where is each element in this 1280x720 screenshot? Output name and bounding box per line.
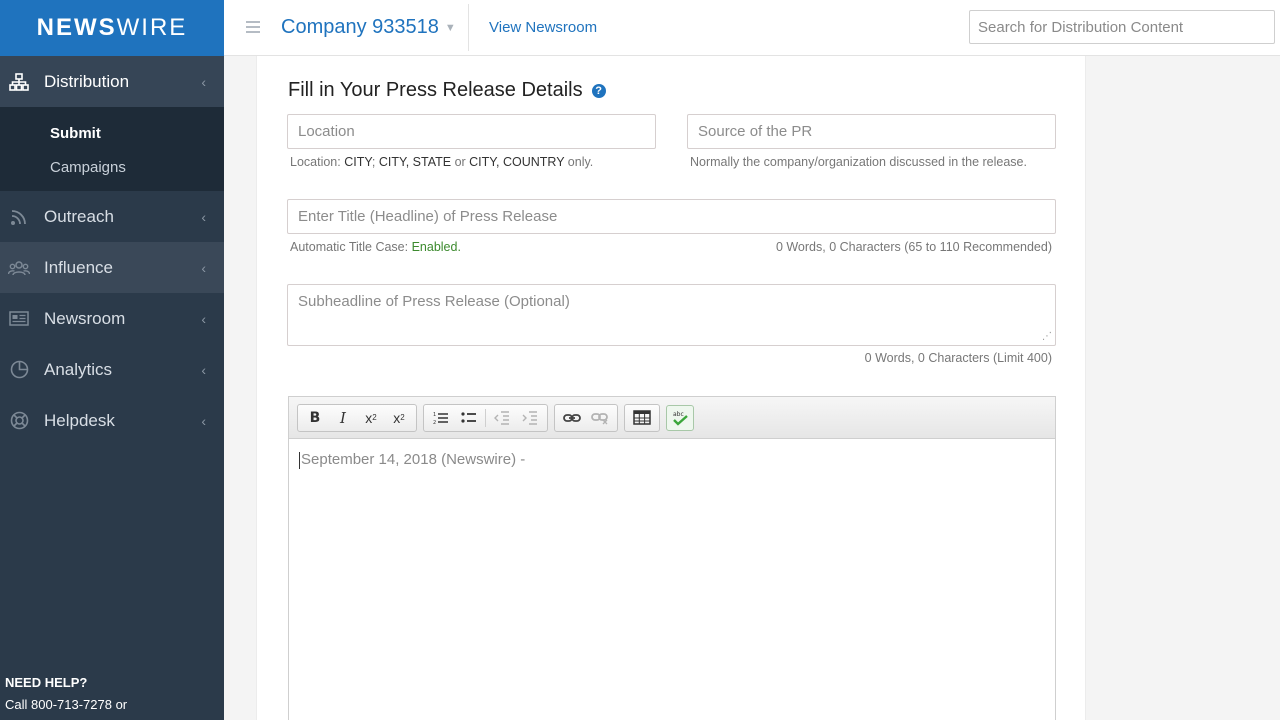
headline-count: 0 Words, 0 Characters (65 to 110 Recomme…: [775, 240, 1052, 254]
subscript-mark: 2: [372, 413, 377, 422]
lifebuoy-icon: [8, 410, 30, 432]
superscript-base: x: [393, 409, 401, 426]
format-group: B I x2 x2: [297, 403, 417, 432]
help-title: NEED HELP?: [5, 675, 88, 690]
hint-format: CITY, STATE: [378, 155, 452, 169]
subheadline-count: 0 Words, 0 Characters (Limit 400): [864, 351, 1052, 365]
chevron-left-icon: ‹: [201, 73, 206, 90]
pie-chart-icon: [8, 359, 30, 381]
chevron-left-icon: ‹: [201, 361, 206, 378]
superscript-mark: 2: [400, 413, 405, 422]
list-group: 12: [423, 403, 548, 432]
sidebar-item-label: Helpdesk: [44, 410, 115, 430]
location-input[interactable]: [287, 114, 656, 149]
rss-icon: [8, 206, 30, 228]
newspaper-icon: [8, 308, 30, 330]
chevron-left-icon: ‹: [201, 208, 206, 225]
subheadline-input[interactable]: [287, 284, 1056, 346]
sidebar-item-label: Distribution: [44, 71, 130, 91]
hint-text: only.: [564, 155, 594, 169]
newswire-logo[interactable]: NEWS WIRE: [0, 0, 224, 56]
numbered-list-icon[interactable]: 12: [427, 406, 455, 430]
headline-input[interactable]: [287, 199, 1056, 234]
sidebar-item-label: Influence: [44, 257, 113, 277]
topbar: Company 933518 ▼ View Newsroom: [224, 0, 1280, 56]
location-hint: Location: CITY; CITY, STATE or CITY, COU…: [290, 155, 593, 169]
resize-grip-icon[interactable]: ⋰: [1042, 331, 1052, 342]
spell-abc: abc: [673, 411, 684, 418]
hint-text: or: [451, 155, 470, 169]
link-icon[interactable]: [558, 406, 586, 430]
help-box: NEED HELP? Call 800-713-7278 or: [5, 672, 127, 716]
page-title: Fill in Your Press Release Details ?: [288, 79, 606, 102]
sidebar-item-label: Analytics: [44, 359, 113, 379]
subnav-item-campaigns[interactable]: Campaigns: [0, 151, 224, 185]
rich-text-editor: B I x2 x2 12 abc September 14, 2018 (New…: [288, 396, 1056, 720]
caret-down-icon: ▼: [444, 21, 456, 34]
sidebar-item-analytics[interactable]: Analytics ‹: [0, 344, 224, 395]
company-name: Company 933518: [281, 16, 439, 38]
divider: [468, 4, 469, 51]
title-case-status: Automatic Title Case: Enabled.: [290, 240, 461, 254]
logo-bold: NEWS: [36, 14, 117, 41]
sidebar-item-outreach[interactable]: Outreach ‹: [0, 191, 224, 242]
group-icon: [8, 257, 30, 279]
help-phone[interactable]: Call 800-713-7278 or: [5, 694, 127, 716]
italic-button[interactable]: I: [329, 406, 357, 430]
view-newsroom-link[interactable]: View Newsroom: [489, 19, 597, 36]
svg-text:1: 1: [433, 412, 436, 418]
subscript-base: x: [365, 409, 373, 426]
bold-button[interactable]: B: [301, 406, 329, 430]
hint-text: Automatic Title Case:: [290, 240, 412, 254]
hint-format: CITY, COUNTRY: [469, 155, 565, 169]
sidebar-item-label: Outreach: [44, 206, 114, 226]
chevron-left-icon: ‹: [201, 412, 206, 429]
hint-text: Location:: [290, 155, 345, 169]
hamburger-icon[interactable]: [246, 17, 260, 37]
form-title: Fill in Your Press Release Details: [288, 79, 583, 101]
sidebar-item-label: Newsroom: [44, 308, 126, 328]
unlink-icon[interactable]: [586, 406, 614, 430]
sidebar-item-helpdesk[interactable]: Helpdesk ‹: [0, 395, 224, 446]
editor-toolbar: B I x2 x2 12 abc: [289, 397, 1055, 439]
source-hint: Normally the company/organization discus…: [690, 155, 1027, 169]
hint-text: ;: [371, 155, 379, 169]
chevron-left-icon: ‹: [201, 310, 206, 327]
table-group: [624, 403, 660, 432]
press-release-form: Fill in Your Press Release Details ? Loc…: [256, 56, 1086, 720]
sitemap-icon: [8, 71, 30, 93]
logo-light: WIRE: [116, 14, 188, 41]
toolbar-separator: [485, 408, 486, 427]
superscript-button[interactable]: x2: [385, 406, 413, 430]
spellcheck-icon[interactable]: abc: [666, 404, 694, 431]
text-cursor: [299, 451, 300, 469]
source-input[interactable]: [687, 114, 1056, 149]
outdent-icon[interactable]: [488, 406, 516, 430]
title-case-enabled[interactable]: Enabled.: [412, 240, 461, 254]
hint-format: CITY: [344, 155, 372, 169]
subnav-item-submit[interactable]: Submit: [0, 117, 224, 151]
sidebar-item-influence[interactable]: Influence ‹: [0, 242, 224, 293]
search-input[interactable]: [969, 10, 1275, 44]
company-selector[interactable]: Company 933518 ▼: [281, 16, 456, 39]
link-group: [554, 403, 618, 432]
sidebar: NEWS WIRE Distribution ‹ Submit Campaigns…: [0, 0, 224, 720]
sidebar-item-newsroom[interactable]: Newsroom ‹: [0, 293, 224, 344]
bulleted-list-icon[interactable]: [455, 406, 483, 430]
editor-body[interactable]: September 14, 2018 (Newswire) -: [289, 439, 1055, 481]
subscript-button[interactable]: x2: [357, 406, 385, 430]
svg-text:2: 2: [433, 420, 436, 425]
indent-icon[interactable]: [516, 406, 544, 430]
help-question-icon[interactable]: ?: [591, 83, 606, 98]
editor-dateline: September 14, 2018 (Newswire) -: [301, 451, 526, 468]
chevron-left-icon: ‹: [201, 259, 206, 276]
table-icon[interactable]: [628, 406, 656, 430]
distribution-submenu: Submit Campaigns: [0, 107, 224, 191]
sidebar-item-distribution[interactable]: Distribution ‹: [0, 56, 224, 107]
